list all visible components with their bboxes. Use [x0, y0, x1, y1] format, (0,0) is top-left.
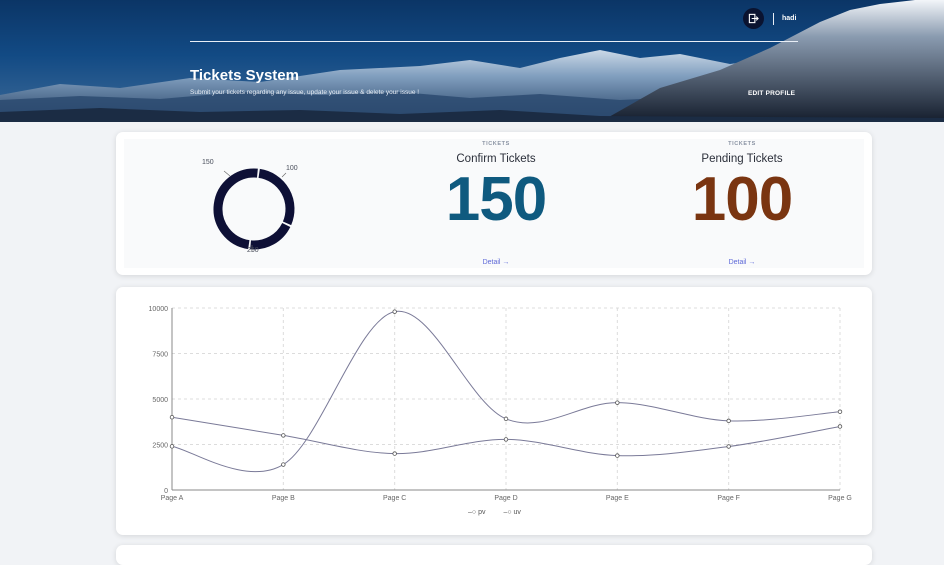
y-tick-label: 7500 — [152, 352, 168, 359]
line-chart-card: 0 2500 5000 7500 10000 Page A Page B Page C Page… — [116, 287, 872, 535]
y-tick-label: 0 — [164, 488, 168, 495]
username[interactable]: hadi — [782, 15, 796, 22]
tickets-donut-chart: 150 100 250 — [202, 159, 304, 264]
x-tick-label: Page C — [383, 495, 406, 502]
confirm-detail-link[interactable]: Detail → — [396, 259, 596, 266]
y-tick-label: 10000 — [149, 306, 169, 313]
data-point[interactable] — [726, 418, 731, 424]
data-point[interactable] — [503, 416, 509, 422]
legend-item: –○ uv — [503, 509, 521, 516]
donut-segment — [258, 168, 295, 226]
arrow-right-icon: → — [502, 259, 510, 266]
donut-label: 150 — [202, 159, 214, 166]
pending-detail-link[interactable]: Detail → — [642, 259, 842, 266]
logout-button[interactable] — [743, 8, 764, 29]
stat-label: Pending Tickets — [701, 153, 783, 165]
arrow-right-icon: → — [748, 259, 756, 266]
header-banner: hadi Tickets System Submit your tickets … — [0, 0, 944, 122]
data-point[interactable] — [392, 451, 397, 456]
chart-legend: –○ pv –○ uv — [468, 509, 537, 516]
data-point[interactable] — [615, 453, 620, 458]
page-subtitle: Submit your tickets regarding any issue,… — [190, 89, 420, 96]
y-tick-label: 5000 — [152, 397, 168, 404]
data-point[interactable] — [837, 409, 843, 414]
x-tick-label: Page B — [272, 495, 295, 502]
user-separator — [773, 13, 774, 25]
confirm-tickets-stat: TICKETS Confirm Tickets 150 Detail → — [396, 139, 596, 266]
donut-segment — [213, 168, 258, 250]
mountain-background-image — [0, 0, 944, 122]
donut-label: 250 — [247, 247, 259, 254]
header-divider — [190, 41, 798, 42]
page-title: Tickets System — [190, 67, 299, 84]
legend-item: –○ pv — [468, 509, 486, 516]
detail-label: Detail — [482, 259, 501, 266]
data-point[interactable] — [281, 462, 286, 467]
stat-label: Confirm Tickets — [456, 153, 536, 165]
x-tick-label: Page D — [494, 495, 517, 502]
x-tick-label: Page A — [161, 495, 184, 502]
data-point[interactable] — [503, 437, 509, 442]
donut-label: 100 — [286, 165, 298, 172]
donut-segment — [250, 222, 291, 250]
stats-card: 150 100 250 TICKETS Confirm Tickets 150 … — [116, 132, 872, 275]
data-point[interactable] — [392, 309, 397, 314]
data-point[interactable] — [169, 414, 175, 420]
line-chart: 0 2500 5000 7500 10000 Page A Page B Page C Page… — [149, 306, 852, 502]
detail-label: Detail — [728, 259, 747, 266]
x-tick-label: Page F — [717, 495, 740, 502]
stat-value: 150 — [445, 165, 547, 234]
data-point[interactable] — [837, 424, 843, 429]
x-tick-label: Page G — [828, 495, 852, 502]
data-point[interactable] — [169, 444, 175, 449]
stat-kicker: TICKETS — [482, 141, 510, 147]
data-point[interactable] — [281, 433, 286, 438]
edit-profile-link[interactable]: EDIT PROFILE — [748, 90, 795, 97]
stat-value: 100 — [691, 165, 793, 234]
stats-panel: 150 100 250 TICKETS Confirm Tickets 150 … — [124, 139, 864, 268]
x-tick-label: Page E — [606, 495, 629, 502]
next-card — [116, 545, 872, 565]
data-point[interactable] — [726, 444, 731, 449]
data-point[interactable] — [615, 400, 620, 405]
logout-icon — [748, 13, 759, 24]
y-tick-label: 2500 — [152, 443, 168, 450]
stat-kicker: TICKETS — [728, 141, 756, 147]
pending-tickets-stat: TICKETS Pending Tickets 100 Detail → — [642, 139, 842, 266]
